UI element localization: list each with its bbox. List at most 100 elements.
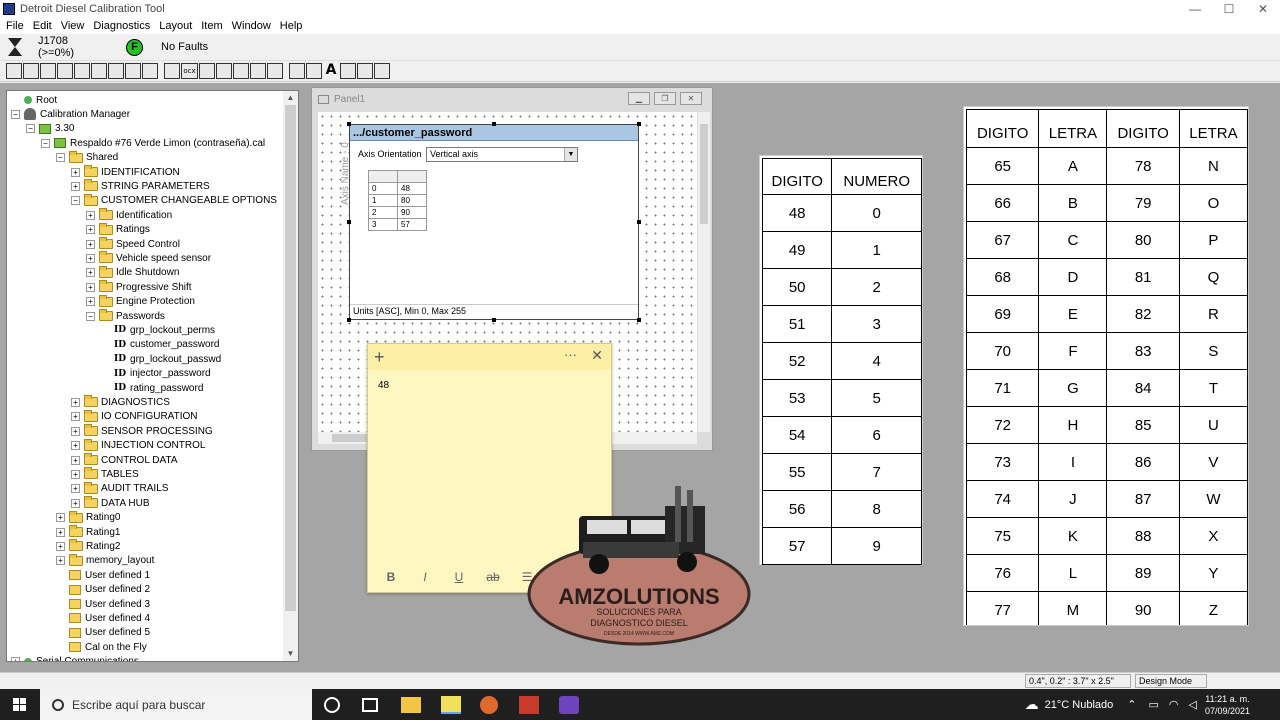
collapse-icon[interactable]: − (71, 196, 80, 206)
resize-handle[interactable] (347, 122, 351, 126)
panel-restore-button[interactable]: ❐ (654, 92, 676, 105)
expand-icon[interactable]: + (71, 484, 80, 494)
password-digit-cell[interactable]: 57 (397, 218, 427, 231)
toolbar-plusminus2-icon[interactable] (233, 63, 249, 79)
more-icon[interactable]: ··· (564, 347, 577, 362)
tree-node[interactable]: ID injector_password (101, 367, 211, 381)
file-explorer-icon[interactable] (401, 697, 421, 713)
toolbar-table-icon[interactable] (74, 63, 90, 79)
tree-node[interactable]: ID grp_lockout_perms (101, 323, 215, 337)
tree-node[interactable]: + INJECTION CONTROL (71, 438, 205, 453)
network-icon[interactable]: ▭ (1148, 698, 1158, 711)
volume-icon[interactable]: ◁ (1188, 698, 1196, 711)
menu-item[interactable]: Item (198, 18, 228, 34)
customer-password-widget[interactable]: .../customer_password Axis Orientation V… (340, 124, 639, 320)
task-view-icon[interactable] (362, 698, 378, 712)
tree-node[interactable]: + memory_layout (56, 553, 154, 568)
tree-node[interactable]: + DATA HUB (71, 496, 150, 510)
tree-node[interactable]: + STRING PARAMETERS (71, 179, 210, 193)
tree-node[interactable]: + CONTROL DATA (71, 453, 177, 467)
tree-node[interactable]: + DIAGNOSTICS (71, 395, 170, 409)
password-digit-cell[interactable]: 90 (397, 206, 427, 219)
tree-node[interactable]: + IDENTIFICATION (71, 165, 180, 179)
tree-node[interactable]: + SENSOR PROCESSING (71, 424, 213, 438)
sticky-notes-icon[interactable] (441, 696, 461, 714)
minimize-button[interactable]: — (1178, 0, 1212, 18)
password-digit-cell[interactable]: 80 (397, 194, 427, 207)
toolbar-truck-icon[interactable] (91, 63, 107, 79)
tree-node[interactable]: + Rating1 (56, 525, 120, 539)
fault-status-icon[interactable]: F (126, 38, 143, 56)
scroll-down-arrow[interactable]: ▼ (283, 647, 298, 661)
collapse-icon[interactable]: − (56, 153, 65, 163)
expand-icon[interactable]: + (86, 297, 95, 307)
toolbar-curve-icon[interactable] (108, 63, 124, 79)
tree-node[interactable]: User defined 2 (56, 583, 150, 597)
expand-icon[interactable]: + (86, 239, 95, 249)
toolbar-chart-icon[interactable] (6, 63, 22, 79)
bold-button[interactable]: B (380, 570, 402, 584)
taskbar-search[interactable]: Escribe aquí para buscar (40, 689, 312, 720)
italic-button[interactable]: I (414, 570, 436, 584)
expand-icon[interactable]: + (56, 556, 65, 566)
archive-app-icon[interactable] (519, 696, 539, 714)
sticky-note-text[interactable]: 48 (378, 380, 389, 391)
calibration-tool-taskbar-icon[interactable] (559, 696, 579, 714)
close-icon[interactable]: ✕ (591, 347, 603, 364)
password-digit-cell[interactable]: 48 (397, 182, 427, 195)
menu-diagnostics[interactable]: Diagnostics (90, 18, 156, 34)
resize-handle[interactable] (637, 318, 641, 322)
wifi-icon[interactable]: ◠ (1169, 698, 1179, 711)
expand-icon[interactable]: + (11, 657, 20, 661)
resize-handle[interactable] (637, 122, 641, 126)
resize-handle[interactable] (637, 220, 641, 224)
collapse-icon[interactable]: − (86, 311, 95, 321)
expand-icon[interactable]: + (86, 253, 95, 263)
toolbar-picture-icon[interactable] (340, 63, 356, 79)
tree-node[interactable]: + Engine Protection (86, 294, 195, 309)
tree-node[interactable]: + Speed Control (86, 237, 180, 251)
toolbar-tools-icon[interactable] (40, 63, 56, 79)
tree-node[interactable]: ID grp_lockout_passwd (101, 352, 221, 366)
toolbar-rect-icon[interactable] (57, 63, 73, 79)
toolbar-text-icon[interactable]: A (323, 63, 339, 79)
close-button[interactable]: ✕ (1246, 0, 1280, 18)
expand-icon[interactable]: + (86, 268, 95, 278)
tree-node[interactable]: − Passwords (86, 309, 165, 323)
menu-edit[interactable]: Edit (30, 18, 58, 34)
toolbar-slider-icon[interactable] (357, 63, 373, 79)
expand-icon[interactable]: + (71, 426, 80, 436)
toolbar-plusminus4-icon[interactable] (267, 63, 283, 79)
toolbar-plusminus1-icon[interactable] (216, 63, 232, 79)
tree-node[interactable]: + Rating0 (56, 510, 120, 525)
tree-node[interactable]: ID customer_password (101, 338, 220, 352)
collapse-icon[interactable]: − (41, 138, 50, 148)
browser-icon[interactable] (480, 696, 498, 714)
tree-node[interactable]: − CUSTOMER CHANGEABLE OPTIONS (71, 193, 277, 208)
expand-icon[interactable]: + (71, 498, 80, 508)
tree-node[interactable]: − Respaldo #76 Verde Limon (contraseña).c… (41, 136, 265, 150)
panel-vertical-scrollbar[interactable] (698, 112, 710, 432)
menu-help[interactable]: Help (277, 18, 309, 34)
collapse-icon[interactable]: − (26, 124, 35, 134)
tree-node[interactable]: + Identification (86, 208, 172, 222)
tree-node[interactable]: User defined 1 (56, 568, 150, 582)
toolbar-matrix-icon[interactable] (199, 63, 215, 79)
expand-icon[interactable]: + (71, 469, 80, 479)
tree-node[interactable]: − Shared (56, 150, 118, 165)
tree-node[interactable]: ID rating_password (101, 381, 203, 395)
toolbar-ocx-icon[interactable]: ocx (181, 63, 198, 79)
tree-node[interactable]: + Idle Shutdown (86, 265, 179, 280)
menu-view[interactable]: View (58, 18, 91, 34)
toolbar-plusminus3-icon[interactable] (250, 63, 266, 79)
resize-handle[interactable] (492, 318, 496, 322)
chevron-down-icon[interactable]: ▼ (564, 148, 577, 161)
tree-node[interactable]: − Calibration Manager (11, 107, 130, 121)
menu-window[interactable]: Window (229, 18, 277, 34)
tray-chevron-icon[interactable]: ⌃ (1127, 698, 1136, 711)
scroll-up-arrow[interactable]: ▲ (283, 91, 298, 105)
maximize-button[interactable]: ☐ (1212, 0, 1246, 18)
tree-node[interactable]: User defined 4 (56, 611, 150, 625)
tree-node[interactable]: + Rating2 (56, 539, 120, 553)
toolbar-bar-icon[interactable] (142, 63, 158, 79)
